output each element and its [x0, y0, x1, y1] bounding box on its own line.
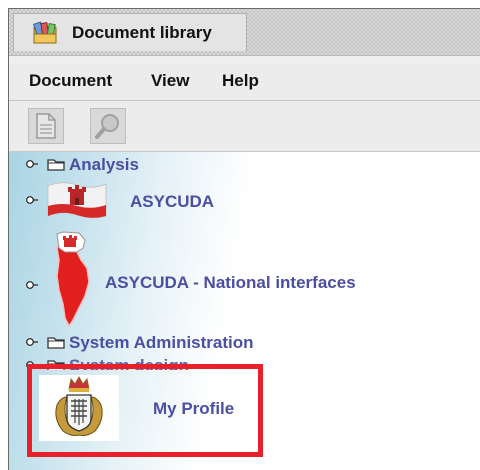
library-icon	[33, 21, 57, 44]
tree-item-asycuda[interactable]: ASYCUDA	[9, 176, 249, 222]
tree-item-label: Analysis	[69, 155, 139, 174]
tree-item-label: ASYCUDA - National interfaces	[105, 273, 356, 292]
expand-handle-icon[interactable]	[26, 280, 38, 290]
app-window: Document library Document View Help Anal…	[8, 8, 480, 470]
expand-handle-icon[interactable]	[26, 337, 38, 347]
tree-item-label: ASYCUDA	[130, 192, 215, 211]
tree-item-system-administration[interactable]: System Administration	[9, 330, 329, 354]
expand-handle-icon[interactable]	[26, 195, 38, 205]
new-document-button[interactable]	[28, 108, 64, 144]
tree-item-national-interfaces[interactable]: ASYCUDA - National interfaces	[9, 230, 409, 328]
search-icon	[95, 114, 119, 139]
document-icon	[36, 113, 56, 139]
folder-icon	[47, 159, 65, 171]
menu-bar: Document View Help	[9, 64, 480, 101]
menu-view[interactable]: View	[151, 71, 189, 91]
gibraltar-flag-icon	[47, 182, 107, 219]
expand-handle-icon[interactable]	[26, 159, 38, 169]
gibraltar-map-icon	[56, 231, 90, 328]
tree-item-analysis[interactable]: Analysis	[9, 152, 209, 176]
tree-item-label: System Administration	[69, 333, 254, 352]
title-bar: Document library	[9, 9, 480, 56]
folder-icon	[47, 337, 65, 349]
window-tab[interactable]: Document library	[13, 13, 247, 51]
search-button[interactable]	[90, 108, 126, 144]
menu-help[interactable]: Help	[222, 71, 259, 91]
selection-highlight	[27, 364, 263, 457]
menu-document[interactable]: Document	[29, 71, 112, 91]
window-title: Document library	[72, 23, 212, 42]
toolbar	[9, 101, 480, 152]
